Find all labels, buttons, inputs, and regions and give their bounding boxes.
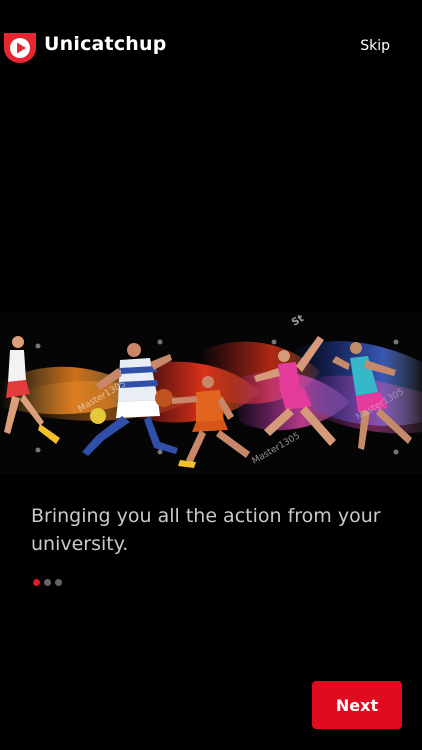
brand-name: Unicatchup (44, 33, 167, 55)
hero-image: Master1305 Master1305 Master1305 St (0, 312, 422, 474)
skip-button[interactable]: Skip (360, 38, 390, 54)
play-badge-icon (4, 33, 36, 63)
page-dot-active (33, 579, 40, 586)
athletes-illustration: Master1305 Master1305 Master1305 St (0, 312, 422, 474)
page-dot (44, 579, 51, 586)
page-dot (55, 579, 62, 586)
page-indicator (33, 579, 62, 586)
next-button[interactable]: Next (312, 681, 402, 729)
onboarding-screen: Unicatchup Skip Master1305 Master1305 Ma… (0, 0, 422, 750)
onboarding-caption: Bringing you all the action from your un… (31, 505, 381, 555)
header: Unicatchup Skip (0, 28, 422, 66)
